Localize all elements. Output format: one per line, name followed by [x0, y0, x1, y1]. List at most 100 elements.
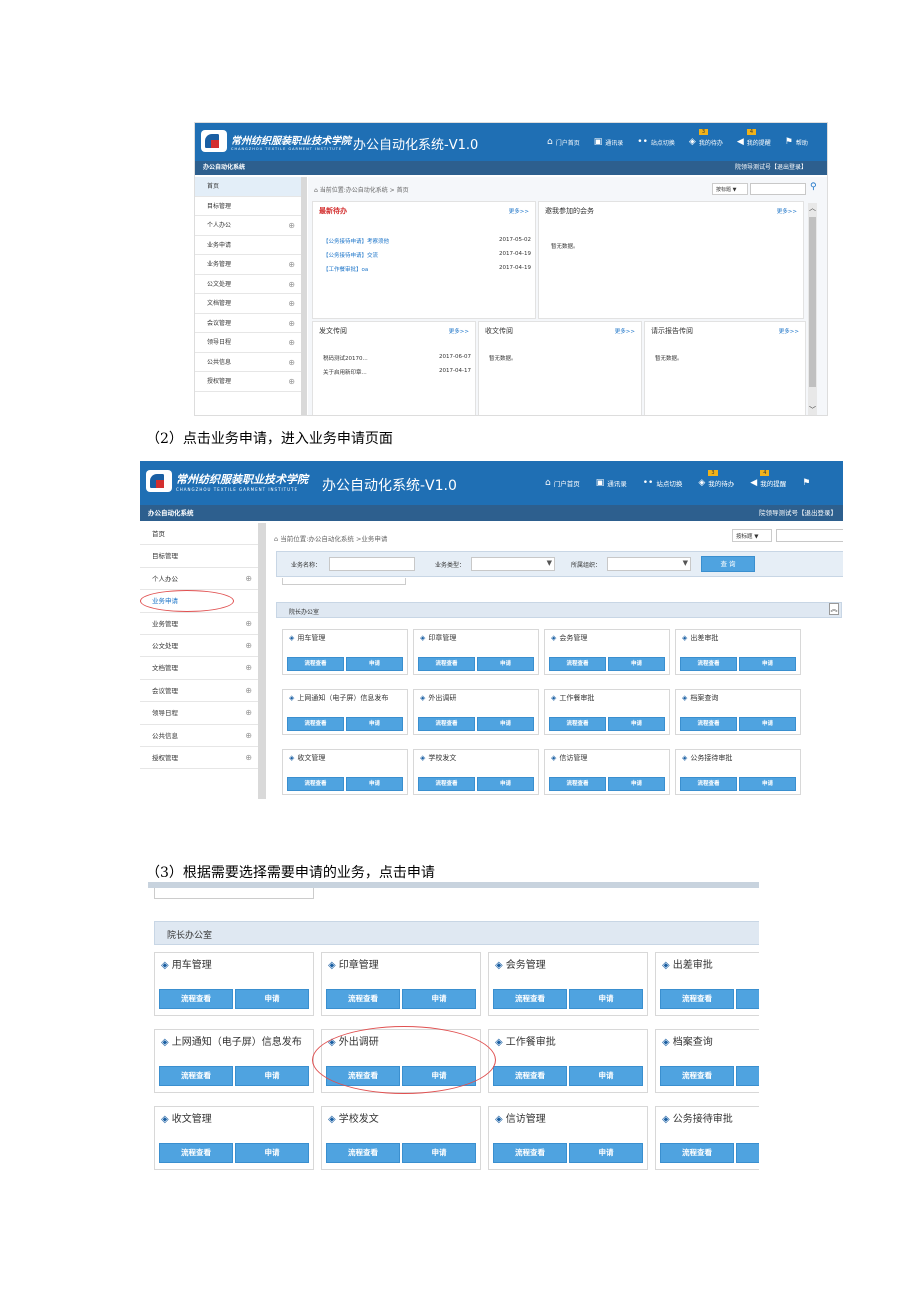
apply-button[interactable]: 申请: [739, 777, 796, 791]
sidebar-item-apply[interactable]: 业务申请: [195, 236, 301, 255]
flow-view-button[interactable]: 流程查看: [493, 1066, 567, 1086]
apply-button[interactable]: 申请: [569, 989, 643, 1009]
flow-view-button[interactable]: 流程查看: [549, 657, 606, 671]
flow-view-button[interactable]: 流程查看: [418, 777, 475, 791]
nav-reminder[interactable]: 4 ◀ 我的提醒: [737, 129, 771, 147]
nav-reminder[interactable]: 4 ◀ 我的提醒: [750, 470, 786, 488]
more-link[interactable]: 更多>>: [777, 207, 797, 215]
sidebar-item-business[interactable]: 业务管理 ⊕: [140, 613, 258, 635]
sidebar-item-goals[interactable]: 目标管理: [140, 545, 258, 568]
flow-view-button[interactable]: 流程查看: [159, 1066, 233, 1086]
nav-home[interactable]: ⌂ 门户首页: [547, 137, 580, 147]
flow-view-button[interactable]: 流程查看: [159, 989, 233, 1009]
apply-button[interactable]: 申请: [569, 1143, 643, 1163]
apply-button[interactable]: 申请: [736, 1143, 759, 1163]
flow-view-button[interactable]: 流程查看: [493, 989, 567, 1009]
expand-icon[interactable]: ⊕: [288, 333, 295, 353]
sidebar-splitter[interactable]: [301, 177, 307, 415]
scroll-up-icon[interactable]: ︿: [809, 203, 816, 213]
apply-button[interactable]: 申请: [739, 657, 796, 671]
sidebar-item-schedule[interactable]: 领导日程 ⊕: [140, 702, 258, 725]
sidebar-item-home[interactable]: 首页: [195, 177, 301, 197]
flow-view-button[interactable]: 流程查看: [287, 777, 344, 791]
expand-icon[interactable]: ⊕: [245, 613, 252, 635]
nav-switch[interactable]: •• 站点切换: [637, 137, 675, 147]
flow-view-button[interactable]: 流程查看: [326, 1143, 400, 1163]
expand-icon[interactable]: ⊕: [245, 747, 252, 769]
flow-view-button[interactable]: 流程查看: [549, 777, 606, 791]
sidebar-item-personal[interactable]: 个人办公 ⊕: [195, 216, 301, 236]
apply-button[interactable]: 申请: [235, 1066, 309, 1086]
more-link[interactable]: 更多>>: [449, 327, 469, 335]
apply-button[interactable]: 申请: [608, 657, 665, 671]
flow-view-button[interactable]: 流程查看: [660, 1143, 734, 1163]
sidebar-item-goals[interactable]: 目标管理: [195, 197, 301, 216]
flow-view-button[interactable]: 流程查看: [680, 717, 737, 731]
nav-switch[interactable]: •• 站点切换: [643, 478, 683, 488]
flow-view-button[interactable]: 流程查看: [326, 989, 400, 1009]
flow-view-button[interactable]: 流程查看: [287, 717, 344, 731]
apply-button[interactable]: 申请: [477, 777, 534, 791]
apply-button[interactable]: 申请: [346, 657, 403, 671]
apply-button[interactable]: 申请: [346, 777, 403, 791]
apply-button[interactable]: 申请: [736, 989, 759, 1009]
sidebar-item-documents[interactable]: 公文处理 ⊕: [195, 275, 301, 295]
sidebar-item-home[interactable]: 首页: [140, 523, 258, 546]
sidebar-item-meetings[interactable]: 会议管理 ⊕: [140, 680, 258, 703]
expand-icon[interactable]: ⊕: [288, 353, 295, 373]
list-item[interactable]: 税码测试20170... 2017-06-07: [323, 354, 471, 362]
apply-button[interactable]: 申请: [402, 1143, 476, 1163]
flow-view-button[interactable]: 流程查看: [493, 1143, 567, 1163]
sidebar-item-schedule[interactable]: 领导日程 ⊕: [195, 333, 301, 353]
flow-view-button[interactable]: 流程查看: [418, 717, 475, 731]
apply-button[interactable]: 申请: [569, 1066, 643, 1086]
nav-todo[interactable]: 3 ◈ 我的待办: [689, 129, 723, 147]
flow-view-button[interactable]: 流程查看: [418, 657, 475, 671]
sidebar-item-files[interactable]: 文档管理 ⊕: [195, 294, 301, 314]
flow-view-button[interactable]: 流程查看: [159, 1143, 233, 1163]
user-info[interactable]: 院领导测试号【退出登录】: [759, 505, 837, 521]
nav-todo[interactable]: 3 ◈ 我的待办: [698, 470, 734, 488]
main-scrollbar[interactable]: ︿ ﹀: [808, 203, 817, 415]
nav-contacts[interactable]: ▣ 通讯录: [594, 137, 624, 147]
flow-view-button[interactable]: 流程查看: [287, 657, 344, 671]
more-link[interactable]: 更多>>: [779, 327, 799, 335]
nav-home[interactable]: ⌂ 门户首页: [545, 478, 580, 488]
expand-icon[interactable]: ⊕: [245, 725, 252, 747]
flow-view-button[interactable]: 流程查看: [680, 777, 737, 791]
nav-contacts[interactable]: ▣ 通讯录: [596, 478, 627, 488]
expand-icon[interactable]: ⊕: [245, 680, 252, 702]
list-item[interactable]: 【公务接待申请】考察须他 2017-05-02: [323, 237, 531, 245]
sidebar-item-personal[interactable]: 个人办公 ⊕: [140, 568, 258, 591]
sidebar-item-public[interactable]: 公共信息 ⊕: [140, 725, 258, 747]
apply-button[interactable]: 申请: [235, 1143, 309, 1163]
flow-view-button[interactable]: 流程查看: [660, 1066, 734, 1086]
sidebar-item-meetings[interactable]: 会议管理 ⊕: [195, 314, 301, 334]
sidebar-item-auth[interactable]: 授权管理 ⊕: [140, 747, 258, 770]
scroll-thumb[interactable]: [809, 217, 816, 387]
scroll-down-icon[interactable]: ﹀: [809, 405, 816, 415]
apply-button[interactable]: 申请: [346, 717, 403, 731]
apply-button[interactable]: 申请: [402, 989, 476, 1009]
expand-icon[interactable]: ⊕: [245, 657, 252, 679]
expand-icon[interactable]: ⊕: [288, 216, 295, 236]
expand-icon[interactable]: ⊕: [245, 702, 252, 724]
search-icon[interactable]: ⚲: [810, 182, 817, 192]
apply-button[interactable]: 申请: [235, 989, 309, 1009]
nav-help[interactable]: ⚑ 帮助: [785, 137, 808, 147]
flow-view-button[interactable]: 流程查看: [680, 657, 737, 671]
apply-button[interactable]: 申请: [477, 717, 534, 731]
more-link[interactable]: 更多>>: [615, 327, 635, 335]
list-item[interactable]: 关于启用新印章... 2017-04-17: [323, 368, 471, 376]
expand-icon[interactable]: ⊕: [245, 635, 252, 657]
apply-button[interactable]: 申请: [736, 1066, 759, 1086]
list-item[interactable]: 【工作餐审批】oa 2017-04-19: [323, 265, 531, 273]
apply-button[interactable]: 申请: [608, 777, 665, 791]
list-item[interactable]: 【公务接待申请】交流 2017-04-19: [323, 251, 531, 259]
apply-button[interactable]: 申请: [608, 717, 665, 731]
expand-icon[interactable]: ⊕: [288, 314, 295, 334]
expand-icon[interactable]: ⊕: [288, 275, 295, 295]
expand-icon[interactable]: ⊕: [245, 568, 252, 590]
apply-button[interactable]: 申请: [477, 657, 534, 671]
nav-help[interactable]: ⚑: [802, 478, 813, 488]
